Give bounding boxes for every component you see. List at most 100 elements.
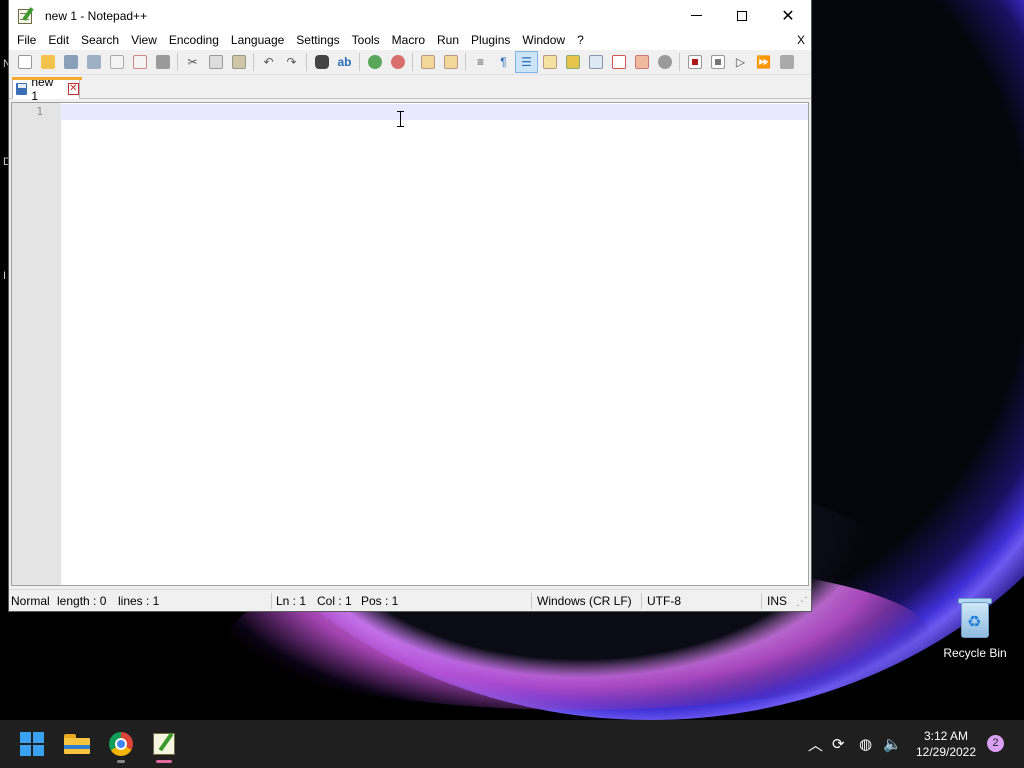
tab-bar: new 1 ✕ bbox=[9, 75, 811, 103]
status-eol[interactable]: Windows (CR LF) bbox=[537, 594, 632, 608]
title-bar[interactable]: new 1 - Notepad++ ✕ bbox=[9, 0, 811, 31]
close-all-button[interactable] bbox=[128, 51, 151, 73]
sync-vertical-icon bbox=[420, 55, 435, 69]
open-file-button[interactable] bbox=[36, 51, 59, 73]
monitoring-icon bbox=[657, 55, 672, 69]
window-title: new 1 - Notepad++ bbox=[45, 8, 148, 23]
zoom-in-button[interactable] bbox=[363, 51, 386, 73]
toolbar-separator bbox=[253, 53, 254, 71]
taskbar-clock[interactable]: 3:12 AM 12/29/2022 bbox=[904, 728, 988, 760]
tab-label: new 1 bbox=[31, 75, 54, 103]
maximize-button[interactable] bbox=[719, 0, 765, 31]
tab-close-icon[interactable]: ✕ bbox=[67, 83, 79, 95]
toolbar-separator bbox=[359, 53, 360, 71]
toolbar-separator bbox=[412, 53, 413, 71]
current-line-highlight bbox=[61, 104, 808, 120]
redo-icon: ↷ bbox=[286, 55, 297, 69]
tab-new-1[interactable]: new 1 ✕ bbox=[12, 75, 82, 103]
show-all-chars-button[interactable]: ¶ bbox=[492, 51, 515, 73]
document-list-button[interactable] bbox=[584, 51, 607, 73]
replace-button[interactable]: ab bbox=[333, 51, 356, 73]
text-cursor-icon bbox=[397, 111, 404, 127]
menu-language[interactable]: Language bbox=[225, 31, 290, 50]
show-hidden-icons-button[interactable]: ︿ bbox=[808, 720, 823, 768]
document-map-button[interactable] bbox=[561, 51, 584, 73]
udl-icon bbox=[542, 55, 557, 69]
taskbar-notepadpp[interactable] bbox=[148, 728, 180, 760]
menu-window[interactable]: Window bbox=[516, 31, 571, 50]
taskbar-chrome[interactable] bbox=[105, 728, 137, 760]
find-button[interactable] bbox=[310, 51, 333, 73]
new-file-icon bbox=[17, 55, 32, 69]
status-col: Col : 1 bbox=[317, 594, 352, 608]
menu-run[interactable]: Run bbox=[431, 31, 465, 50]
menu-file[interactable]: File bbox=[11, 31, 42, 50]
run-macro-multiple-button[interactable]: ⏩ bbox=[752, 51, 775, 73]
paste-button[interactable] bbox=[227, 51, 250, 73]
menu-macro[interactable]: Macro bbox=[386, 31, 431, 50]
sync-horizontal-button[interactable] bbox=[439, 51, 462, 73]
save-all-icon bbox=[86, 55, 101, 69]
save-button[interactable] bbox=[59, 51, 82, 73]
close-document-button[interactable]: X bbox=[797, 31, 805, 50]
recycle-bin-icon: ♻ bbox=[957, 596, 993, 640]
close-button[interactable]: ✕ bbox=[765, 0, 811, 31]
record-macro-button[interactable] bbox=[683, 51, 706, 73]
menu-view[interactable]: View bbox=[125, 31, 163, 50]
print-icon bbox=[155, 55, 170, 69]
menu-help[interactable]: ? bbox=[571, 31, 590, 50]
resize-grip-icon[interactable]: ⋰ bbox=[796, 594, 808, 608]
cut-button[interactable]: ✂ bbox=[181, 51, 204, 73]
copy-icon bbox=[208, 55, 223, 69]
menu-edit[interactable]: Edit bbox=[42, 31, 75, 50]
sync-status-button[interactable]: ⟳ bbox=[832, 720, 845, 768]
menu-tools[interactable]: Tools bbox=[346, 31, 386, 50]
menu-plugins[interactable]: Plugins bbox=[465, 31, 516, 50]
volume-button[interactable]: 🔈 bbox=[883, 720, 902, 768]
play-macro-button[interactable]: ▷ bbox=[729, 51, 752, 73]
undo-icon: ↶ bbox=[263, 55, 274, 69]
record-icon bbox=[687, 55, 702, 69]
notification-badge[interactable]: 2 bbox=[987, 735, 1004, 752]
status-bar: Normal length : 0 lines : 1 Ln : 1 Col :… bbox=[9, 589, 811, 611]
redo-button[interactable]: ↷ bbox=[280, 51, 303, 73]
line-number-gutter: 1 bbox=[12, 103, 61, 585]
print-button[interactable] bbox=[151, 51, 174, 73]
minimize-button[interactable] bbox=[673, 0, 719, 31]
notepadpp-icon bbox=[17, 6, 35, 25]
text-area[interactable] bbox=[61, 103, 808, 585]
chrome-icon bbox=[109, 732, 133, 756]
indent-guide-button[interactable]: ☰ bbox=[515, 51, 538, 73]
user-defined-language-button[interactable] bbox=[538, 51, 561, 73]
status-encoding[interactable]: UTF-8 bbox=[647, 594, 681, 608]
copy-button[interactable] bbox=[204, 51, 227, 73]
close-file-button[interactable] bbox=[105, 51, 128, 73]
menu-settings[interactable]: Settings bbox=[290, 31, 345, 50]
active-indicator bbox=[156, 760, 172, 763]
stop-macro-button[interactable] bbox=[706, 51, 729, 73]
line-number: 1 bbox=[36, 105, 43, 118]
word-wrap-button[interactable]: ≡ bbox=[469, 51, 492, 73]
zoom-out-button[interactable] bbox=[386, 51, 409, 73]
network-button[interactable]: ◍ bbox=[859, 720, 872, 768]
indent-guide-icon: ☰ bbox=[521, 55, 532, 69]
folder-as-workspace-button[interactable] bbox=[630, 51, 653, 73]
monitoring-button[interactable] bbox=[653, 51, 676, 73]
new-file-button[interactable] bbox=[13, 51, 36, 73]
menu-encoding[interactable]: Encoding bbox=[163, 31, 225, 50]
pilcrow-icon: ¶ bbox=[500, 55, 507, 69]
save-all-button[interactable] bbox=[82, 51, 105, 73]
scissors-icon: ✂ bbox=[187, 55, 198, 69]
status-divider bbox=[761, 593, 762, 609]
save-macro-button[interactable] bbox=[775, 51, 798, 73]
sync-vertical-button[interactable] bbox=[416, 51, 439, 73]
menu-search[interactable]: Search bbox=[75, 31, 125, 50]
clock-time: 3:12 AM bbox=[923, 729, 969, 743]
zoom-in-icon bbox=[367, 55, 382, 69]
taskbar-file-explorer[interactable] bbox=[61, 728, 93, 760]
function-list-button[interactable] bbox=[607, 51, 630, 73]
undo-button[interactable]: ↶ bbox=[257, 51, 280, 73]
recycle-bin-label: Recycle Bin bbox=[943, 646, 1007, 660]
recycle-bin[interactable]: ♻ Recycle Bin bbox=[940, 596, 1010, 660]
start-button[interactable] bbox=[16, 728, 48, 760]
